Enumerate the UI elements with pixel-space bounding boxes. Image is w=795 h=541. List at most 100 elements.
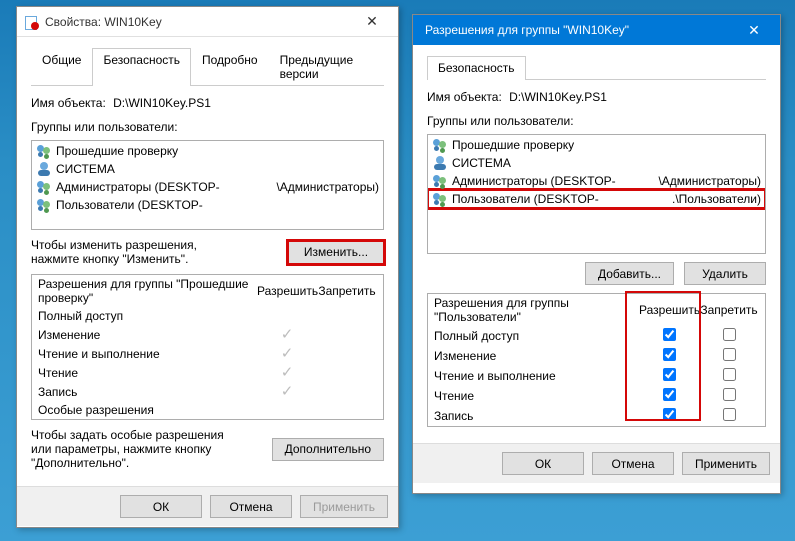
titlebar[interactable]: Разрешения для группы "WIN10Key" ✕ bbox=[413, 15, 780, 45]
permission-name: Чтение bbox=[38, 366, 257, 380]
list-item[interactable]: Пользователи (DESKTOP- bbox=[32, 196, 383, 214]
edit-button[interactable]: Изменить... bbox=[288, 241, 384, 264]
group-icon bbox=[432, 191, 448, 207]
table-row: Чтение и выполнение✓ bbox=[32, 344, 383, 363]
close-icon[interactable]: ✕ bbox=[734, 22, 774, 39]
allow-cell bbox=[639, 388, 699, 404]
object-name-label: Имя объекта: bbox=[427, 90, 502, 104]
deny-cell bbox=[699, 348, 759, 364]
ok-button[interactable]: ОК bbox=[502, 452, 584, 475]
user-icon bbox=[432, 155, 448, 171]
list-item[interactable]: Прошедшие проверку bbox=[32, 142, 383, 160]
allow-cell bbox=[639, 328, 699, 344]
close-icon[interactable]: ✕ bbox=[352, 13, 392, 30]
allow-checkbox[interactable] bbox=[663, 348, 676, 361]
deny-cell bbox=[699, 388, 759, 404]
apply-button[interactable]: Применить bbox=[300, 495, 388, 518]
list-item[interactable]: СИСТЕМА bbox=[32, 160, 383, 178]
cancel-button[interactable]: Отмена bbox=[592, 452, 674, 475]
check-icon: ✓ bbox=[281, 383, 294, 400]
dialog-buttons: ОК Отмена Применить bbox=[413, 443, 780, 483]
permission-name: Запись bbox=[434, 409, 639, 423]
client-area: Безопасность Имя объекта: D:\WIN10Key.PS… bbox=[413, 45, 780, 443]
allow-checkbox[interactable] bbox=[663, 368, 676, 381]
permissions-window: Разрешения для группы "WIN10Key" ✕ Безоп… bbox=[412, 14, 781, 494]
list-item[interactable]: Прошедшие проверку bbox=[428, 136, 765, 154]
table-row: Чтение и выполнение bbox=[428, 366, 765, 386]
group-icon bbox=[36, 179, 52, 195]
apply-button[interactable]: Применить bbox=[682, 452, 770, 475]
tab-security[interactable]: Безопасность bbox=[427, 56, 526, 80]
permissions-for-label: Разрешения для группы "Пользователи" bbox=[434, 296, 639, 324]
principal-name: Администраторы (DESKTOP- bbox=[452, 174, 616, 188]
table-row: Чтение✓ bbox=[32, 363, 383, 382]
permission-name: Чтение и выполнение bbox=[38, 347, 257, 361]
permissions-table: Разрешения для группы "Пользователи" Раз… bbox=[427, 293, 766, 427]
table-row: Чтение bbox=[428, 386, 765, 406]
tab-security[interactable]: Безопасность bbox=[92, 48, 191, 86]
cancel-button[interactable]: Отмена bbox=[210, 495, 292, 518]
group-icon bbox=[36, 143, 52, 159]
principal-name: Прошедшие проверку bbox=[56, 144, 178, 158]
deny-checkbox[interactable] bbox=[723, 388, 736, 401]
deny-checkbox[interactable] bbox=[723, 348, 736, 361]
check-icon: ✓ bbox=[281, 326, 294, 343]
principals-list[interactable]: Прошедшие проверку СИСТЕМА Администраторы … bbox=[427, 134, 766, 254]
table-row: Полный доступ bbox=[428, 326, 765, 346]
deny-checkbox[interactable] bbox=[723, 328, 736, 341]
list-item[interactable]: Администраторы (DESKTOP-\Администраторы) bbox=[32, 178, 383, 196]
table-row: Изменение✓ bbox=[32, 325, 383, 344]
deny-cell bbox=[699, 408, 759, 424]
principal-name: СИСТЕМА bbox=[452, 156, 511, 170]
add-button[interactable]: Добавить... bbox=[585, 262, 674, 285]
advanced-note: Чтобы задать особые разрешения или парам… bbox=[31, 428, 231, 470]
tab-general[interactable]: Общие bbox=[31, 48, 92, 86]
principal-suffix: \Администраторы) bbox=[658, 174, 761, 188]
tab-details[interactable]: Подробно bbox=[191, 48, 269, 86]
object-name-value: D:\WIN10Key.PS1 bbox=[509, 90, 607, 104]
principal-name: Пользователи (DESKTOP- bbox=[56, 198, 203, 212]
principals-list[interactable]: Прошедшие проверку СИСТЕМА Администраторы … bbox=[31, 140, 384, 230]
groups-users-label: Группы или пользователи: bbox=[427, 114, 766, 128]
allow-cell bbox=[639, 368, 699, 384]
object-name-row: Имя объекта: D:\WIN10Key.PS1 bbox=[427, 90, 766, 104]
allow-checkbox[interactable] bbox=[663, 328, 676, 341]
object-name-label: Имя объекта: bbox=[31, 96, 106, 110]
remove-button[interactable]: Удалить bbox=[684, 262, 766, 285]
allow-cell: ✓ bbox=[257, 327, 317, 342]
allow-cell: ✓ bbox=[257, 384, 317, 399]
list-item[interactable]: Пользователи (DESKTOP-.\Пользователи) bbox=[428, 190, 765, 208]
allow-cell bbox=[639, 348, 699, 364]
table-row: Полный доступ bbox=[32, 307, 383, 325]
dialog-buttons: ОК Отмена Применить bbox=[17, 486, 398, 526]
list-item[interactable]: Администраторы (DESKTOP- \Администраторы) bbox=[428, 172, 765, 190]
table-row: Особые разрешения bbox=[32, 401, 383, 419]
permissions-header: Разрешения для группы "Пользователи" Раз… bbox=[428, 294, 765, 326]
deny-column-header: Запретить bbox=[317, 284, 377, 298]
list-item[interactable]: СИСТЕМА bbox=[428, 154, 765, 172]
allow-cell: ✓ bbox=[257, 365, 317, 380]
permissions-for-label: Разрешения для группы "Прошедшие проверк… bbox=[38, 277, 257, 305]
allow-checkbox[interactable] bbox=[663, 408, 676, 421]
group-icon bbox=[36, 197, 52, 213]
principal-name: СИСТЕМА bbox=[56, 162, 115, 176]
ok-button[interactable]: ОК bbox=[120, 495, 202, 518]
permission-name: Полный доступ bbox=[38, 309, 257, 323]
permission-name: Запись bbox=[38, 385, 257, 399]
window-title: Разрешения для группы "WIN10Key" bbox=[419, 23, 734, 37]
titlebar[interactable]: Свойства: WIN10Key ✕ bbox=[17, 7, 398, 37]
allow-cell: ✓ bbox=[257, 346, 317, 361]
tab-strip: Общие Безопасность Подробно Предыдущие в… bbox=[31, 47, 384, 86]
tab-previous-versions[interactable]: Предыдущие версии bbox=[269, 48, 384, 86]
deny-checkbox[interactable] bbox=[723, 408, 736, 421]
permissions-header: Разрешения для группы "Прошедшие проверк… bbox=[32, 275, 383, 307]
add-remove-row: Добавить... Удалить bbox=[427, 262, 766, 285]
allow-checkbox[interactable] bbox=[663, 388, 676, 401]
deny-checkbox[interactable] bbox=[723, 368, 736, 381]
group-icon bbox=[432, 173, 448, 189]
table-row: Запись ✓ bbox=[32, 382, 383, 401]
properties-window: Свойства: WIN10Key ✕ Общие Безопасность … bbox=[16, 6, 399, 528]
advanced-button[interactable]: Дополнительно bbox=[272, 438, 384, 461]
table-row: Запись bbox=[428, 406, 765, 426]
object-name-row: Имя объекта: D:\WIN10Key.PS1 bbox=[31, 96, 384, 110]
